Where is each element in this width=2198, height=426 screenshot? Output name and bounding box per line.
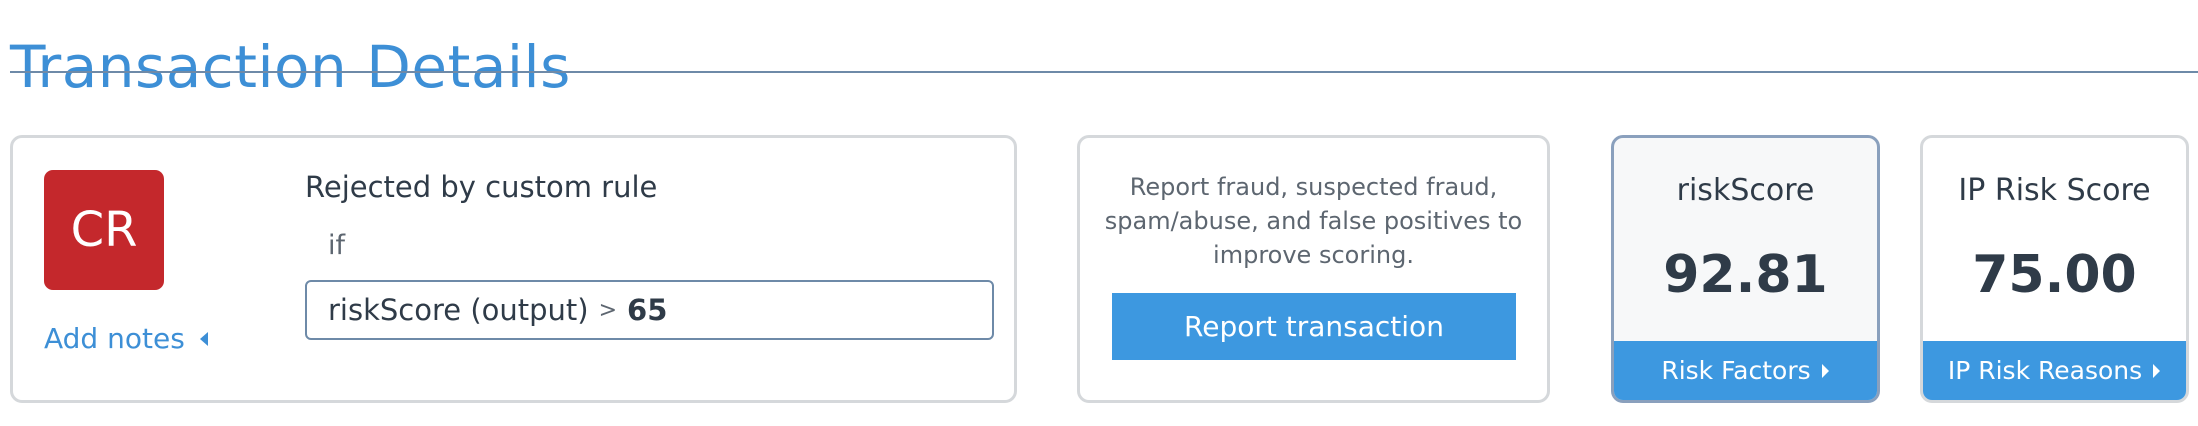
ip-risk-reasons-label: IP Risk Reasons — [1947, 356, 2143, 385]
rule-if-label: if — [328, 230, 346, 261]
report-card: Report fraud, suspected fraud, spam/abus… — [1077, 135, 1550, 403]
report-description: Report fraud, suspected fraud, spam/abus… — [1104, 173, 1523, 269]
add-notes-link[interactable]: Add notes — [44, 322, 209, 355]
rule-condition-field[interactable]: riskScore (output) > 65 — [305, 280, 994, 340]
title-divider — [10, 71, 2198, 73]
ip-risk-reasons-button[interactable]: IP Risk Reasons — [1923, 341, 2186, 400]
rule-condition-operator: > — [598, 297, 618, 323]
ip-risk-score-card: IP Risk Score 75.00 IP Risk Reasons — [1920, 135, 2189, 403]
caret-right-icon — [1821, 363, 1829, 378]
caret-right-icon — [2153, 363, 2161, 378]
page-title: Transaction Details — [10, 32, 571, 101]
ip-risk-score-value: 75.00 — [1972, 245, 2137, 305]
add-notes-label: Add notes — [44, 322, 185, 355]
rule-condition-variable: riskScore (output) — [328, 293, 589, 327]
rule-condition-value: 65 — [627, 293, 668, 327]
risk-factors-button[interactable]: Risk Factors — [1614, 341, 1877, 400]
custom-rule-card: CR Add notes Rejected by custom rule if … — [10, 135, 1017, 403]
rule-heading: Rejected by custom rule — [305, 170, 658, 204]
caret-left-icon — [199, 331, 208, 346]
ip-risk-score-label: IP Risk Score — [1958, 173, 2151, 208]
risk-score-card: riskScore 92.81 Risk Factors — [1611, 135, 1880, 403]
risk-score-value: 92.81 — [1663, 245, 1828, 305]
custom-rule-badge: CR — [44, 170, 164, 290]
risk-factors-label: Risk Factors — [1661, 356, 1811, 385]
risk-score-label: riskScore — [1676, 173, 1815, 208]
report-transaction-button[interactable]: Report transaction — [1112, 293, 1516, 360]
